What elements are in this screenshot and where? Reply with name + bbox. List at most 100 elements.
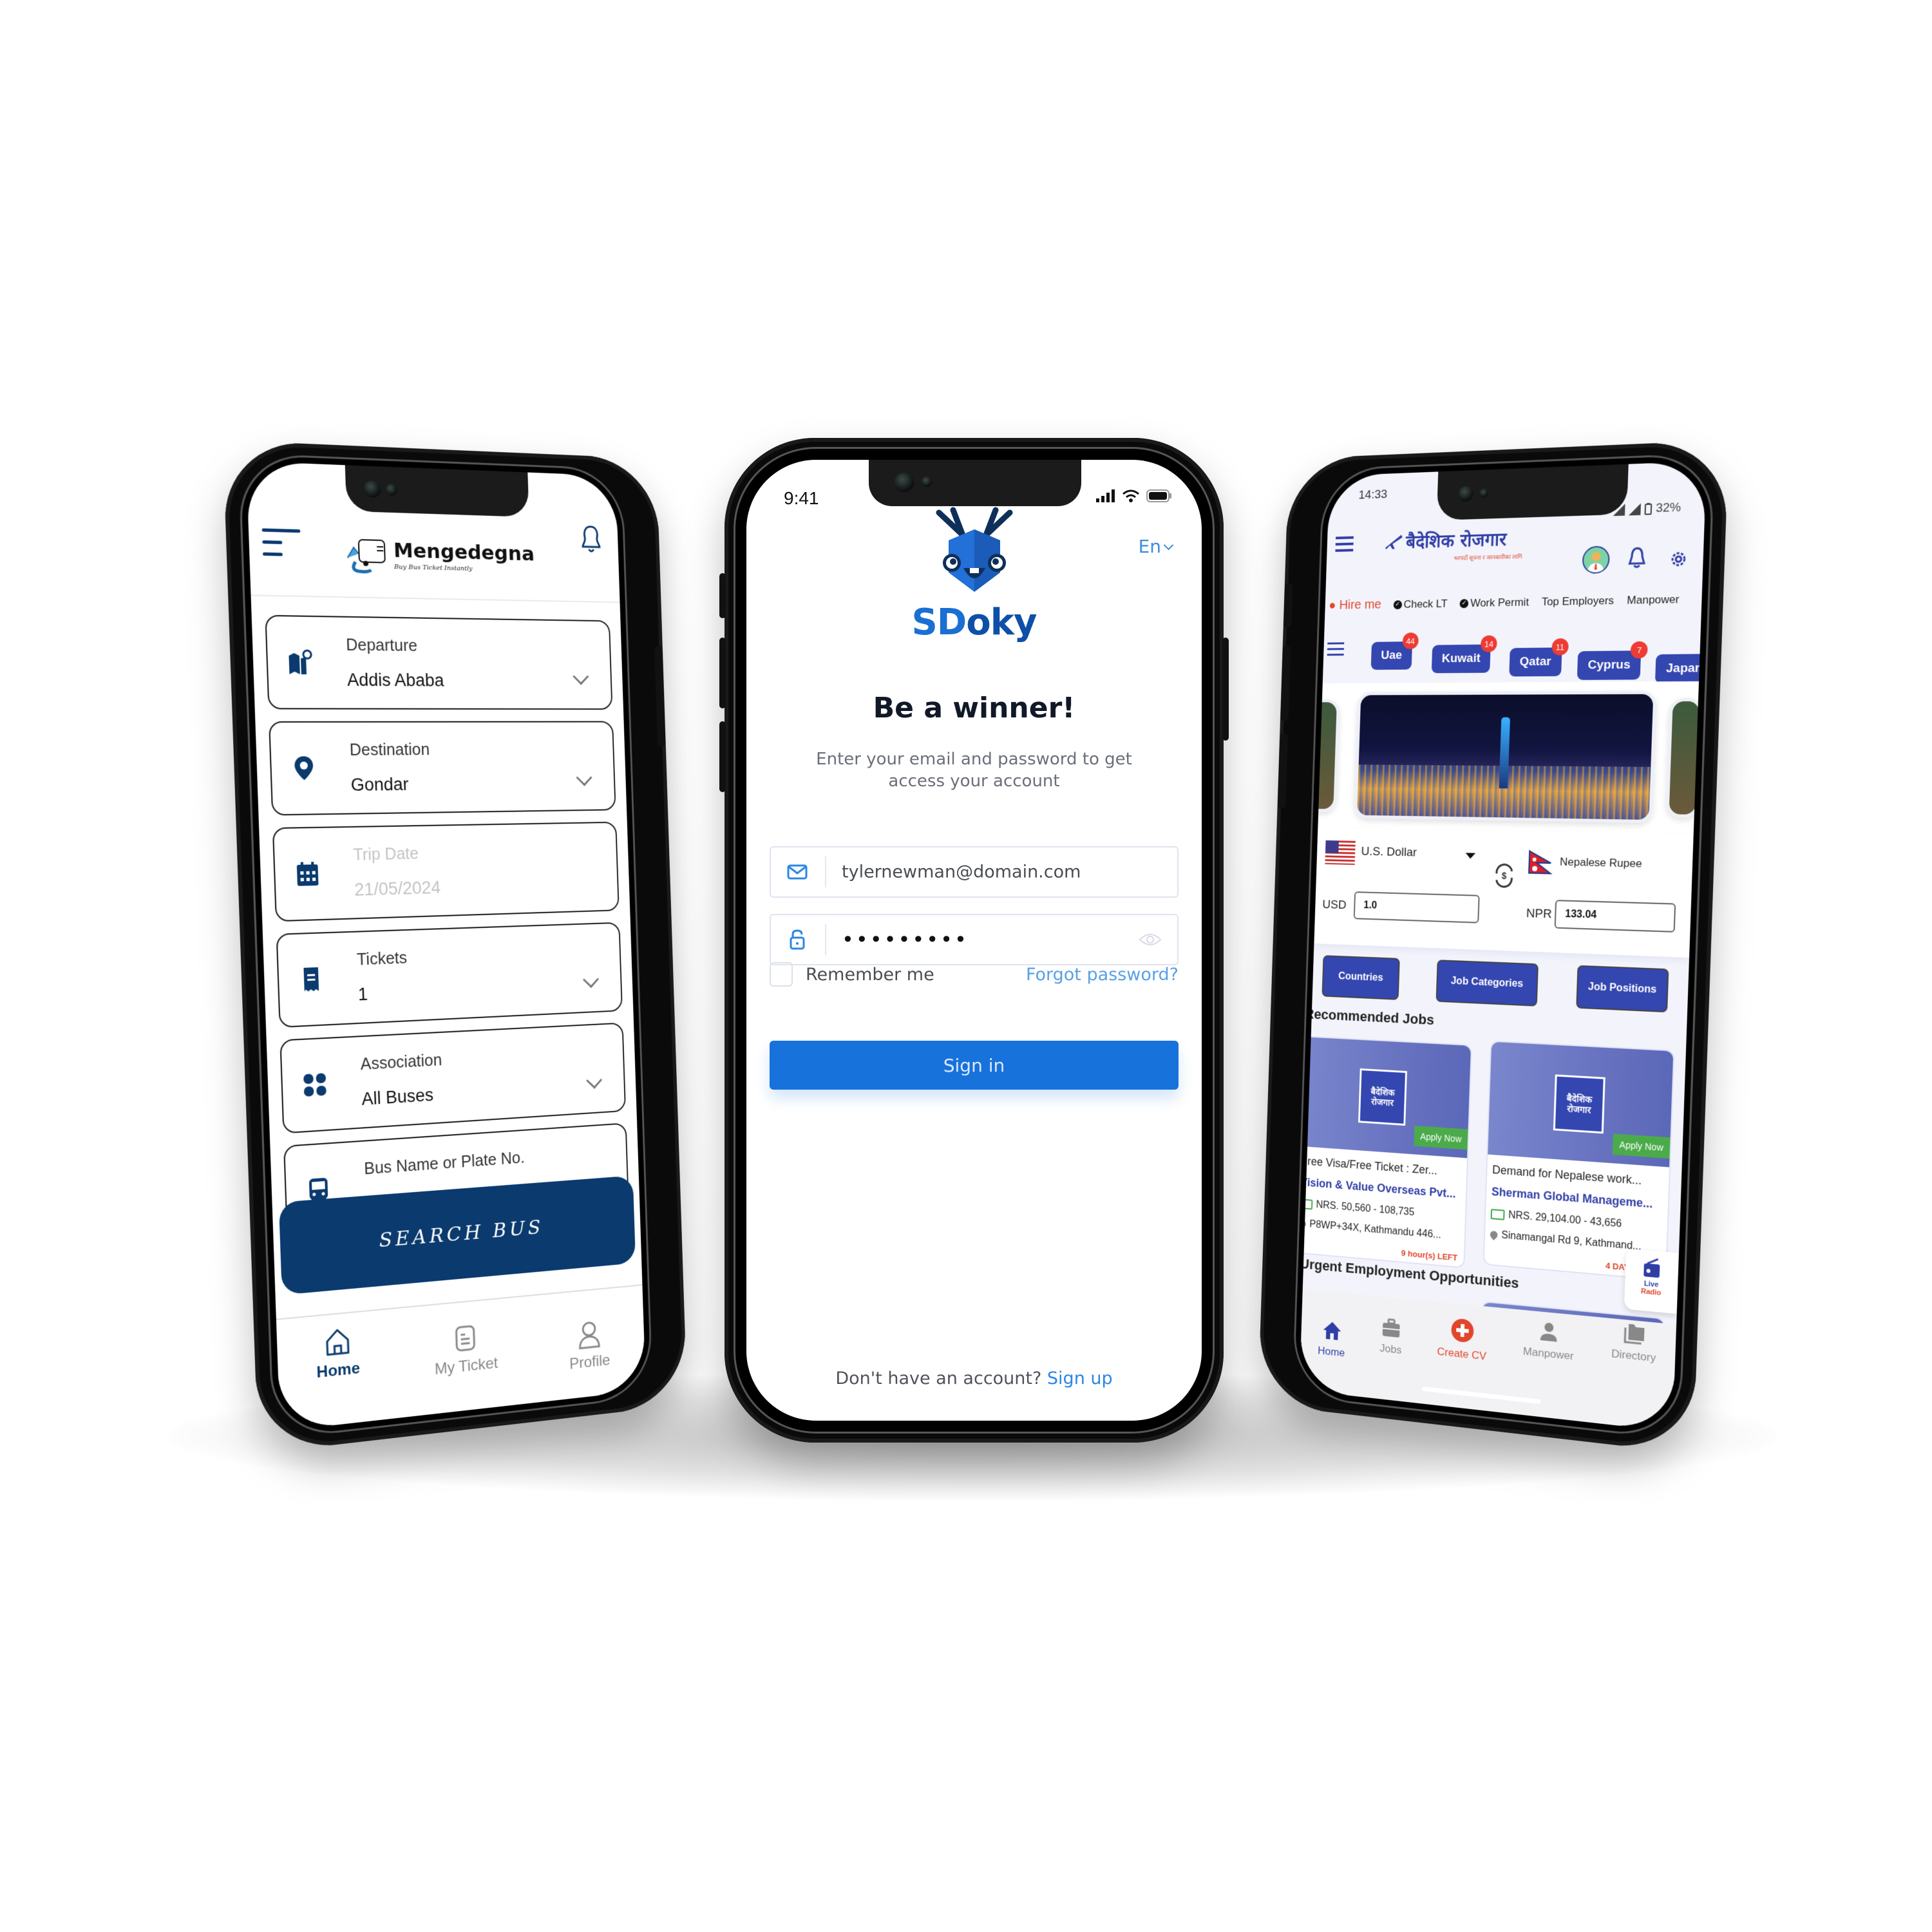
sensor xyxy=(922,477,932,487)
signal-icon xyxy=(1628,503,1641,516)
field-label: Tickets xyxy=(356,949,408,969)
list-icon[interactable] xyxy=(1327,642,1345,659)
remember-me[interactable]: Remember me xyxy=(770,962,934,987)
top-employers-link[interactable]: Top Employers xyxy=(1541,594,1614,608)
trip-date-field[interactable]: Trip Date 21/05/2024 xyxy=(272,821,620,922)
tab-label: Create CV xyxy=(1437,1345,1487,1363)
field-divider xyxy=(825,857,826,887)
bottom-tab-bar: Home My Ticket Profile xyxy=(276,1284,646,1432)
job-categories-button[interactable]: Job Categories xyxy=(1435,960,1539,1007)
hamburger-icon[interactable] xyxy=(1335,536,1354,556)
manpower-link[interactable]: Manpower xyxy=(1627,592,1680,607)
from-amount-input[interactable]: 1.0 xyxy=(1353,891,1480,923)
live-radio-button[interactable]: Live Radio xyxy=(1624,1248,1679,1314)
sign-up-link[interactable]: Sign up xyxy=(1047,1368,1113,1388)
email-field[interactable]: tylernewman@domain.com xyxy=(770,846,1179,898)
location-text: Sinamangal Rd 9, Kathmand... xyxy=(1501,1229,1642,1253)
volume-down-button xyxy=(719,721,726,792)
side-button xyxy=(1283,583,1293,628)
chevron-down-icon xyxy=(576,769,592,786)
password-field[interactable]: ••••••••• xyxy=(770,914,1179,965)
salary-text: NRS. 29,104.00 - 43,656 xyxy=(1508,1209,1622,1230)
chip-label: Cyprus xyxy=(1587,658,1631,672)
battery-percent: 32% xyxy=(1655,500,1681,516)
check-lt-link[interactable]: ✓ Check LT xyxy=(1393,597,1448,611)
caret-down-icon[interactable] xyxy=(1465,853,1476,859)
salary-text: NRS. 50,560 - 108,735 xyxy=(1316,1199,1415,1218)
job-location: P8WP+34X, Kathmandu 446... xyxy=(1299,1218,1441,1241)
country-chip[interactable]: Qatar 11 xyxy=(1509,638,1569,677)
company-logo: बैदेशिक रोजगार xyxy=(1358,1068,1407,1126)
field-label: Bus Name or Plate No. xyxy=(363,1148,526,1179)
country-chip[interactable]: Cyprus 7 xyxy=(1577,641,1649,680)
status-time: 9:41 xyxy=(784,488,819,508)
camera xyxy=(363,480,381,498)
tab-label: Jobs xyxy=(1379,1341,1402,1356)
hire-me-link[interactable]: ● Hire me xyxy=(1329,598,1381,613)
tickets-select[interactable]: Tickets 1 xyxy=(276,922,623,1028)
remember-checkbox[interactable] xyxy=(770,962,793,987)
gear-icon[interactable] xyxy=(1668,549,1689,569)
tab-label: Manpower xyxy=(1522,1345,1574,1363)
home-icon xyxy=(323,1325,352,1360)
job-positions-button[interactable]: Job Positions xyxy=(1576,965,1669,1013)
bell-icon[interactable] xyxy=(1627,546,1647,569)
folder-icon xyxy=(1623,1322,1646,1345)
banner-slide-city[interactable] xyxy=(1354,690,1657,824)
mail-icon xyxy=(787,864,808,880)
from-currency-code: USD xyxy=(1322,898,1347,913)
us-flag-icon xyxy=(1325,840,1356,866)
apply-now-button[interactable]: Apply Now xyxy=(1612,1133,1671,1159)
work-permit-link[interactable]: ✓ Work Permit xyxy=(1459,596,1529,610)
to-amount-input[interactable]: 133.04 xyxy=(1554,900,1676,933)
briefcase-icon xyxy=(1382,1317,1400,1338)
field-value: 21/05/2024 xyxy=(354,877,441,900)
departure-select[interactable]: Departure Addis Ababa xyxy=(265,614,613,710)
status-icons: 32% xyxy=(1613,500,1681,517)
tab-jobs[interactable]: Jobs xyxy=(1379,1317,1403,1357)
notch xyxy=(345,465,529,517)
country-chip[interactable]: Kuwait 14 xyxy=(1431,635,1498,674)
recommended-jobs-list: बैदेशिक रोजगार Apply Now Free Visa/Free … xyxy=(1299,1031,1686,1283)
tab-home[interactable]: Home xyxy=(1318,1320,1346,1360)
eye-icon[interactable] xyxy=(1139,932,1162,947)
language-selector[interactable]: En xyxy=(1138,536,1174,557)
tab-create-cv[interactable]: Create CV xyxy=(1437,1316,1488,1363)
sensor xyxy=(1479,488,1489,498)
hamburger-icon[interactable] xyxy=(261,528,303,565)
field-divider xyxy=(825,924,826,955)
apply-now-button[interactable]: Apply Now xyxy=(1414,1125,1468,1150)
footer-text: Don't have an account? xyxy=(835,1368,1042,1388)
chip-label: Kuwait xyxy=(1441,651,1481,666)
field-value: 1 xyxy=(357,984,368,1005)
country-chip[interactable]: Japan xyxy=(1654,654,1707,684)
job-card[interactable]: बैदेशिक रोजगार Apply Now Free Visa/Free … xyxy=(1299,1035,1472,1269)
destination-select[interactable]: Destination Gondar xyxy=(269,721,616,816)
from-currency-select[interactable]: U.S. Dollar xyxy=(1361,845,1417,860)
job-company[interactable]: Vision & Value Overseas Pvt... xyxy=(1300,1175,1456,1200)
job-company[interactable]: Sherman Global Manageme... xyxy=(1492,1185,1653,1211)
association-select[interactable]: Association All Buses xyxy=(279,1022,626,1134)
home-icon xyxy=(1322,1321,1341,1341)
country-chip[interactable]: Uae 44 xyxy=(1370,632,1419,670)
forgot-password-link[interactable]: Forgot password? xyxy=(1026,965,1179,985)
tab-home[interactable]: Home xyxy=(315,1324,360,1382)
avatar[interactable] xyxy=(1582,545,1611,574)
tab-my-ticket[interactable]: My Ticket xyxy=(433,1320,498,1379)
countries-button[interactable]: Countries xyxy=(1321,955,1400,1000)
search-form: Departure Addis Ababa Destination Gondar… xyxy=(265,614,630,1251)
job-card[interactable]: बैदेशिक रोजगार Apply Now Demand for Nepa… xyxy=(1482,1040,1675,1282)
phone-baideshik-rojgar: 14:33 32% बैदेशिक रोजगार भरपर्दो सूचना र… xyxy=(1258,440,1729,1454)
banner-carousel[interactable] xyxy=(1306,681,1703,835)
brand-part-2: oky xyxy=(966,601,1037,643)
currency-swap-icon[interactable]: $ xyxy=(1492,863,1515,888)
tab-manpower[interactable]: Manpower xyxy=(1523,1319,1575,1363)
tab-directory[interactable]: Directory xyxy=(1611,1321,1657,1365)
language-label: En xyxy=(1138,536,1161,557)
chip-label: Uae xyxy=(1380,649,1403,663)
chip-label: Qatar xyxy=(1519,654,1551,669)
bell-icon[interactable] xyxy=(578,524,603,556)
tab-profile[interactable]: Profile xyxy=(568,1318,611,1374)
sign-in-button[interactable]: Sign in xyxy=(770,1041,1179,1090)
calendar-icon xyxy=(296,862,319,886)
